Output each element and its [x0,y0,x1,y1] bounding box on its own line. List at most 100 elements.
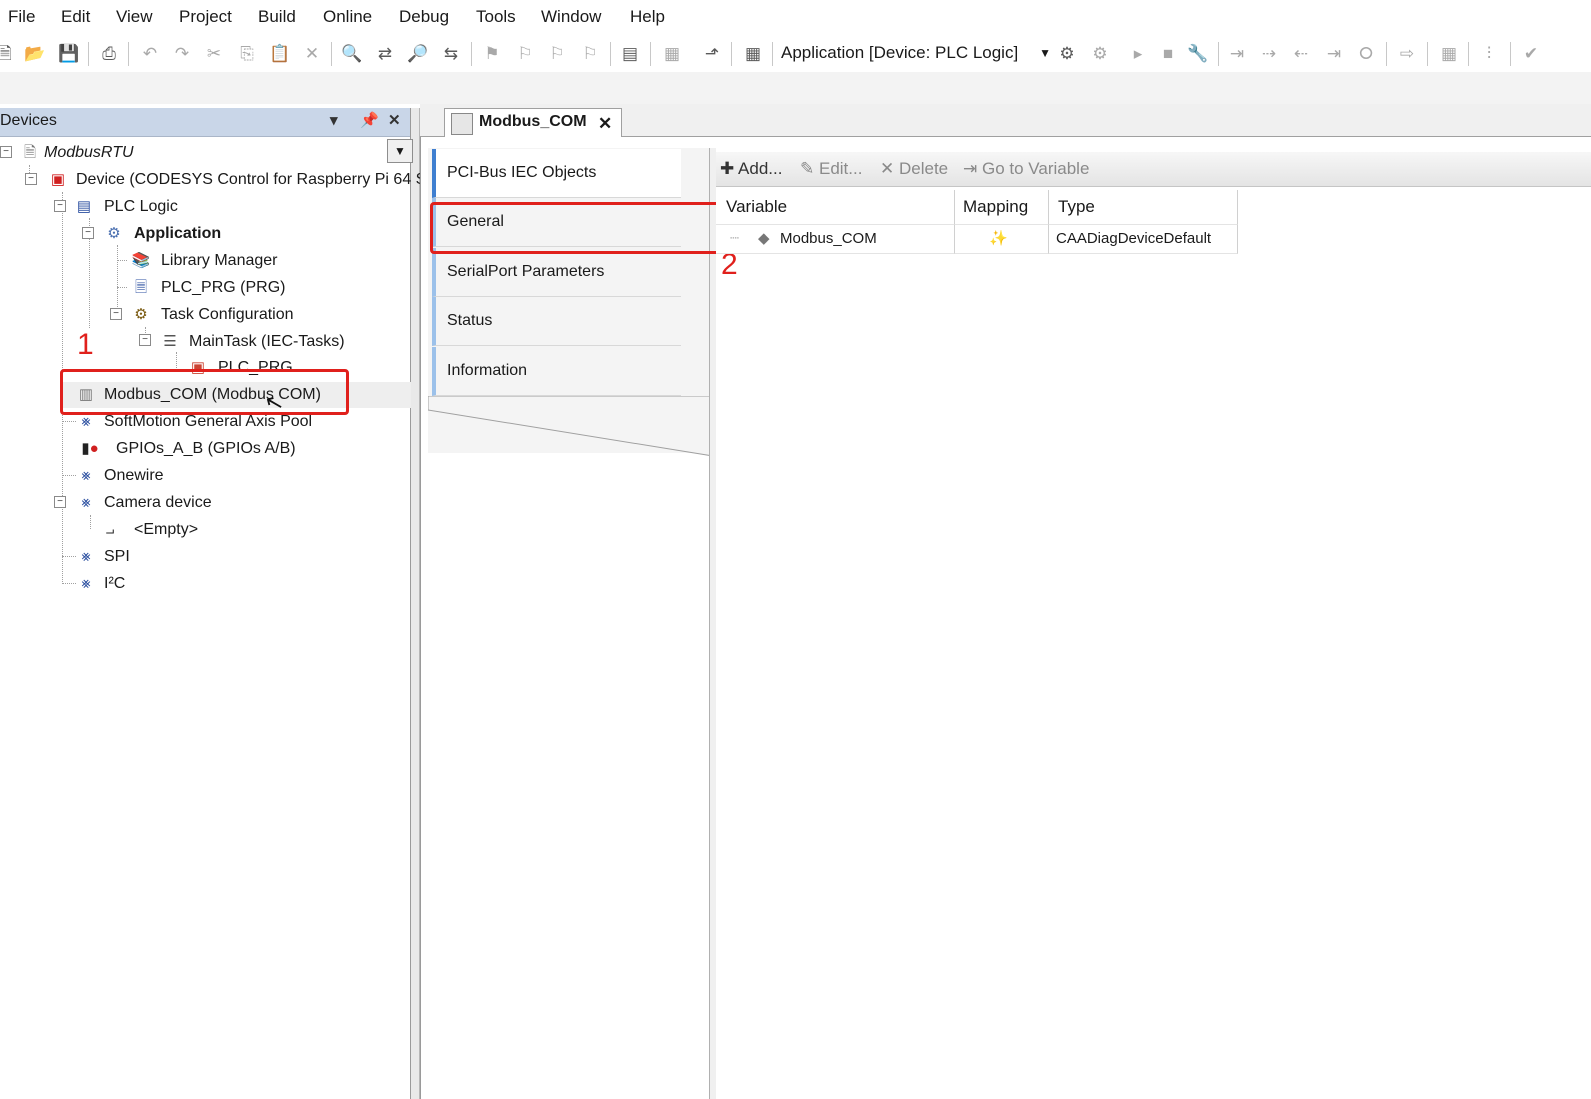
tree-node-spi[interactable]: ⨳ SPI [76,545,276,569]
menu-online[interactable]: Online [323,7,372,27]
menu-edit[interactable]: Edit [61,7,90,27]
next-bookmark-icon[interactable]: ⚐ [546,43,568,65]
tree-node-gpios[interactable]: ▮● GPIOs_A_B (GPIOs A/B) [72,437,372,461]
collapse-icon[interactable]: − [0,146,12,158]
bookmark-icon[interactable]: ⚑ [481,43,503,65]
collapse-icon[interactable]: − [139,334,151,346]
tree-node-label: SPI [104,548,130,565]
close-icon[interactable]: ✕ [388,111,401,129]
go-to-variable-button[interactable]: ⇥ Go to Variable [963,159,1089,179]
filter-icon[interactable]: ⫶ [1478,43,1500,65]
run-to-cursor-icon[interactable]: ⇥ [1323,43,1345,65]
find-in-project-icon[interactable]: 🔎 [407,43,429,65]
side-tab-serialport-parameters[interactable]: SerialPort Parameters [432,248,681,297]
check-icon[interactable]: ✔ [1520,43,1542,65]
menu-window[interactable]: Window [541,7,601,27]
calendar-icon[interactable]: ▦ [742,43,764,65]
toolbar-separator [1427,42,1428,66]
step-over-icon[interactable]: ⇥ [1226,43,1248,65]
side-tab-status[interactable]: Status [432,297,681,346]
tree-node-empty-slot[interactable]: ⨼ <Empty> [100,518,300,542]
find-icon[interactable]: 🔍 [341,43,363,65]
tab-modbus-com[interactable]: Modbus_COM ✕ [444,108,622,137]
breakpoint-icon[interactable]: ⭘ [1355,43,1377,65]
build-icon[interactable]: 🔧 [1187,43,1209,65]
collapse-icon[interactable]: − [25,173,37,185]
tree-node-plc-prg[interactable]: 🗏 PLC_PRG (PRG) [131,276,381,300]
grid-icon[interactable]: ▦ [1438,43,1460,65]
menu-build[interactable]: Build [258,7,296,27]
add-label: Add... [738,159,783,178]
start-icon[interactable]: ▸ [1127,43,1149,65]
tree-node-library-manager[interactable]: 📚 Library Manager [131,249,381,273]
delete-button[interactable]: ✕ Delete [880,159,948,179]
collapse-icon[interactable]: − [54,200,66,212]
tree-node-camera[interactable]: ⨳ Camera device [76,491,276,515]
tree-node-plc-logic[interactable]: ▤ PLC Logic [74,195,374,219]
copy-icon[interactable]: ⎘ [236,43,258,65]
menu-project[interactable]: Project [179,7,232,27]
collapse-icon[interactable]: − [82,227,94,239]
login-icon[interactable]: ⚙ [1056,43,1078,65]
pin-icon[interactable]: 📌 [360,111,379,129]
panel-splitter[interactable] [410,108,420,1099]
menu-help[interactable]: Help [630,7,665,27]
replace-in-project-icon[interactable]: ⇆ [440,43,462,65]
open-folder-icon[interactable]: 📂 [24,43,46,65]
table-row-mapping-cell[interactable]: ✨ [955,224,1049,254]
paste-icon[interactable]: 📋 [269,43,291,65]
tree-node-device[interactable]: ▣ Device (CODESYS Control for Raspberry … [48,168,441,192]
menu-debug[interactable]: Debug [399,7,449,27]
stop-icon[interactable]: ■ [1157,43,1179,65]
toolbar-band [0,72,1591,104]
clear-bookmarks-icon[interactable]: ⚐ [579,43,601,65]
plug-icon: ⨳ [81,413,91,430]
side-tab-information[interactable]: Information [432,347,681,396]
table-row-variable-cell[interactable]: ┈ ◆ Modbus_COM [716,224,955,254]
new-file-icon[interactable]: 🗎 [0,43,16,65]
tree-node-i2c[interactable]: ⨳ I²C [76,572,276,596]
tree-node-application[interactable]: ⚙ Application [104,222,354,246]
column-header-variable[interactable]: Variable [716,190,955,224]
edit-button[interactable]: ✎ Edit... [800,159,862,179]
tree-node-project[interactable]: 🗎 ModbusRTU [20,141,380,165]
column-header-mapping[interactable]: Mapping [955,190,1049,224]
step-into-icon[interactable]: ⇢ [1258,43,1280,65]
undo-icon[interactable]: ↶ [139,43,161,65]
menu-file[interactable]: File [8,7,35,27]
menu-view[interactable]: View [116,7,153,27]
jump-icon[interactable]: ⇨ [1396,43,1418,65]
logout-icon[interactable]: ⚙ [1089,43,1111,65]
tree-node-onewire[interactable]: ⨳ Onewire [76,464,276,488]
variable-type: CAADiagDeviceDefault [1056,230,1212,247]
delete-icon[interactable]: ✕ [301,43,323,65]
table-row-type-cell[interactable]: CAADiagDeviceDefault [1049,224,1238,254]
save-icon[interactable]: 💾 [58,43,80,65]
tree-node-task-configuration[interactable]: ⚙ Task Configuration [131,303,381,327]
column-header-type[interactable]: Type [1049,190,1238,224]
active-application-label: Application [Device: PLC Logic] [781,43,1019,62]
content-splitter[interactable] [709,148,716,1099]
cut-icon[interactable]: ✂ [203,43,225,65]
tree-line: ┈ [730,230,740,247]
tree-node-main-task[interactable]: ☰ MainTask (IEC-Tasks) [160,330,400,354]
add-device-icon[interactable]: ▦ [661,43,683,65]
export-icon[interactable]: ⬏ [701,43,723,65]
add-button[interactable]: ✚ Add... [720,159,782,179]
collapse-icon[interactable]: − [54,496,66,508]
panel-menu-icon[interactable]: ▾ [330,111,338,129]
menu-tools[interactable]: Tools [476,7,516,27]
plug-icon: ⨳ [81,467,91,484]
side-tab-pci-bus-iec-objects[interactable]: PCI-Bus IEC Objects [432,149,681,198]
close-tab-icon[interactable]: ✕ [598,114,612,134]
active-application-selector[interactable]: Application [Device: PLC Logic] ▼ [781,40,1051,66]
collapse-icon[interactable]: − [110,308,122,320]
device-properties-icon[interactable]: ▤ [619,43,641,65]
redo-icon[interactable]: ↷ [171,43,193,65]
print-icon[interactable]: ⎙ [98,43,120,65]
tree-dropdown-button[interactable]: ▼ [387,139,413,163]
step-out-icon[interactable]: ⇠ [1290,43,1312,65]
replace-icon[interactable]: ⇄ [374,43,396,65]
tree-line [62,583,76,584]
prev-bookmark-icon[interactable]: ⚐ [514,43,536,65]
